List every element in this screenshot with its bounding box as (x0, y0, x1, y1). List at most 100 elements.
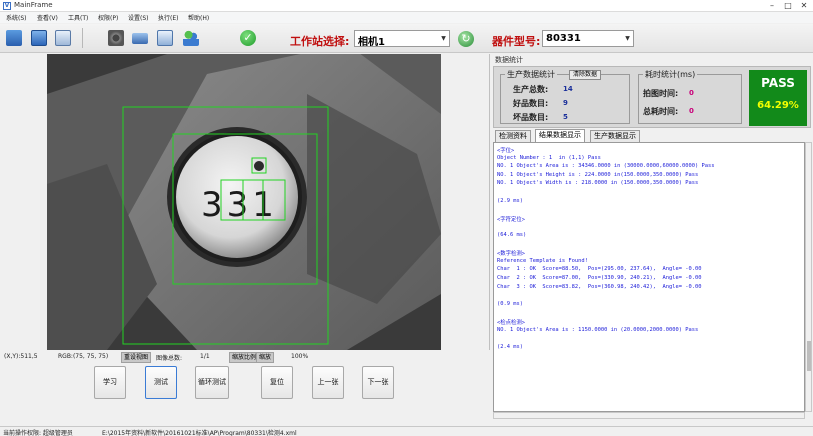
log-horizontal-scrollbar[interactable] (493, 412, 805, 419)
total-time-label: 总耗时间: (643, 107, 679, 116)
tab-inspection-data[interactable]: 检测资料 (495, 130, 531, 142)
window-title: MainFrame (14, 1, 53, 9)
ratio-button[interactable]: 缩放比例 (229, 352, 260, 363)
time-stats-group: 耗时统计(ms) 拍图时间: 0 总耗时间: 0 (638, 69, 742, 124)
station-value: 相机1 (358, 37, 385, 48)
scroll-thumb[interactable] (807, 341, 811, 371)
result-log[interactable]: <字位> Object Number : 1 in (1,1) Pass NO. 1… (493, 142, 805, 412)
device-model-select[interactable]: 80331 ▼ (542, 30, 634, 47)
menu-tools[interactable]: 工具(T) (68, 13, 88, 22)
title-bar: V MainFrame – □ ✕ (0, 0, 813, 12)
stats-title: 数据统计 (495, 56, 523, 64)
log-line: Reference Template is Found! (497, 257, 588, 264)
image-status-strip: (X,Y):511,5 RGB:(75, 75, 75) 重设视图 图像总数: … (0, 352, 490, 364)
cursor-coords: (X,Y):511,5 (4, 353, 38, 360)
log-line: (0.9 ms) (497, 300, 523, 307)
permission-status: 当前操作权限: 超级管理员 (3, 430, 73, 436)
toolbar: ✓ 工作站选择: 相机1 ▼ ↻ 器件型号: 80331 ▼ (0, 24, 813, 53)
test-button[interactable]: 测试 (145, 366, 177, 399)
log-line: Object Number : 1 in (1,1) Pass (497, 154, 601, 161)
log-line: (2.9 ms) (497, 197, 523, 204)
production-stats-title: 生产数据统计 (505, 69, 557, 80)
good-count-value: 9 (563, 99, 568, 107)
log-line: Char 3 : OK Score=83.82, Pos=(360.98, 24… (497, 283, 702, 290)
good-count-label: 好品数目: (513, 99, 549, 108)
image-icon[interactable] (157, 30, 173, 46)
status-bar: 当前操作权限: 超级管理员 E:\2015年资料\新软件\20161021标准\… (0, 426, 813, 436)
total-count-value: 14 (563, 85, 573, 93)
log-line: (64.6 ms) (497, 232, 527, 238)
inspection-image: 331 (47, 54, 441, 350)
total-time-value: 0 (689, 107, 694, 115)
reset-button[interactable]: 复位 (261, 366, 293, 399)
next-image-button[interactable]: 下一张 (362, 366, 394, 399)
menu-system[interactable]: 系统(S) (6, 13, 27, 22)
log-line: NO. 1 Object's Area is : 34346.0000 in (… (497, 163, 715, 170)
station-select[interactable]: 相机1 ▼ (354, 30, 450, 48)
bad-count-label: 坏品数目: (513, 113, 549, 122)
log-line: NO. 1 Object's Width is : 218.0000 in (1… (497, 180, 699, 187)
zoom-button[interactable]: 缩放 (256, 352, 275, 363)
shot-time-value: 0 (689, 89, 694, 97)
bad-count-value: 5 (563, 113, 568, 121)
log-line: <字位> (497, 148, 515, 154)
edit-icon[interactable] (55, 30, 71, 46)
stats-area: 生产数据统计 清除数据 生产总数: 14 好品数目: 9 坏品数目: 5 耗时统… (493, 66, 811, 128)
menu-permission[interactable]: 权限(P) (98, 13, 118, 22)
learn-button[interactable]: 学习 (94, 366, 126, 399)
menu-view[interactable]: 查看(V) (37, 13, 58, 22)
results-panel: 数据统计 生产数据统计 清除数据 生产总数: 14 好品数目: 9 坏品数目: … (491, 54, 813, 426)
card-icon[interactable] (132, 33, 148, 44)
program-path: E:\2015年资料\新软件\20161021标准\AP\Program\803… (102, 430, 297, 436)
check-icon[interactable]: ✓ (240, 30, 256, 46)
minimize-icon[interactable]: – (765, 0, 779, 11)
menu-bar: 系统(S) 查看(V) 工具(T) 权限(P) 设置(S) 执行(E) 帮助(H… (0, 12, 813, 23)
yield-percent: 64.29% (757, 100, 799, 111)
result-tabs: 检测资料 结果数据显示 生产数据显示 (493, 129, 811, 142)
shot-time-label: 拍图时间: (643, 89, 679, 98)
camera-image-view[interactable]: 331 (47, 54, 441, 350)
production-stats-group: 生产数据统计 清除数据 生产总数: 14 好品数目: 9 坏品数目: 5 (500, 69, 630, 124)
total-count-label: 生产总数: (513, 85, 549, 94)
maximize-icon[interactable]: □ (781, 0, 795, 11)
log-line: Char 2 : OK Score=87.00, Pos=(330.90, 24… (497, 275, 702, 281)
menu-settings[interactable]: 设置(S) (128, 13, 149, 22)
image-count-label: 图像总数: (156, 355, 183, 362)
menu-help[interactable]: 帮助(H) (188, 13, 209, 22)
prev-image-button[interactable]: 上一张 (312, 366, 344, 399)
time-stats-title: 耗时统计(ms) (643, 69, 698, 80)
reset-view-button[interactable]: 重设视图 (121, 352, 152, 363)
log-line: <字符定位> (497, 216, 526, 223)
save-icon[interactable] (31, 30, 47, 46)
log-line: (2.4 ms) (497, 343, 523, 350)
tab-production-display[interactable]: 生产数据显示 (590, 130, 640, 142)
page-indicator: 1/1 (200, 353, 210, 360)
log-line: NO. 1 Object's Height is : 224.0000 in(1… (497, 171, 699, 178)
image-panel: 331 (0, 54, 490, 350)
users-icon[interactable] (183, 30, 199, 46)
chevron-down-icon[interactable]: ▼ (623, 32, 632, 45)
copy-icon[interactable] (6, 30, 22, 46)
log-line: <数字检测> (497, 251, 526, 258)
log-line: NO. 1 Object's Area is : 1150.0000 in (2… (497, 326, 699, 333)
loop-test-button[interactable]: 循环测试 (195, 366, 229, 399)
pixel-rgb: RGB:(75, 75, 75) (58, 353, 109, 360)
app-icon: V (3, 2, 11, 10)
camera-icon[interactable] (108, 30, 124, 46)
toolbar-separator (82, 28, 83, 48)
device-model-label: 器件型号: (492, 35, 541, 48)
chevron-down-icon[interactable]: ▼ (439, 32, 448, 45)
zoom-level: 100% (291, 353, 309, 360)
station-label: 工作站选择: (290, 35, 350, 48)
menu-execute[interactable]: 执行(E) (158, 13, 178, 22)
refresh-icon[interactable]: ↻ (458, 31, 474, 47)
log-line: <检点检测> (497, 320, 526, 326)
close-icon[interactable]: ✕ (797, 0, 811, 11)
device-model-value: 80331 (546, 33, 581, 44)
tab-result-display[interactable]: 结果数据显示 (535, 129, 585, 142)
log-vertical-scrollbar[interactable] (805, 142, 812, 412)
clear-data-button[interactable]: 清除数据 (569, 70, 602, 80)
result-status: PASS (761, 76, 795, 90)
result-indicator: PASS 64.29% (749, 70, 807, 126)
log-line: Char 1 : OK Score=88.50, Pos=(295.00, 23… (497, 266, 702, 273)
